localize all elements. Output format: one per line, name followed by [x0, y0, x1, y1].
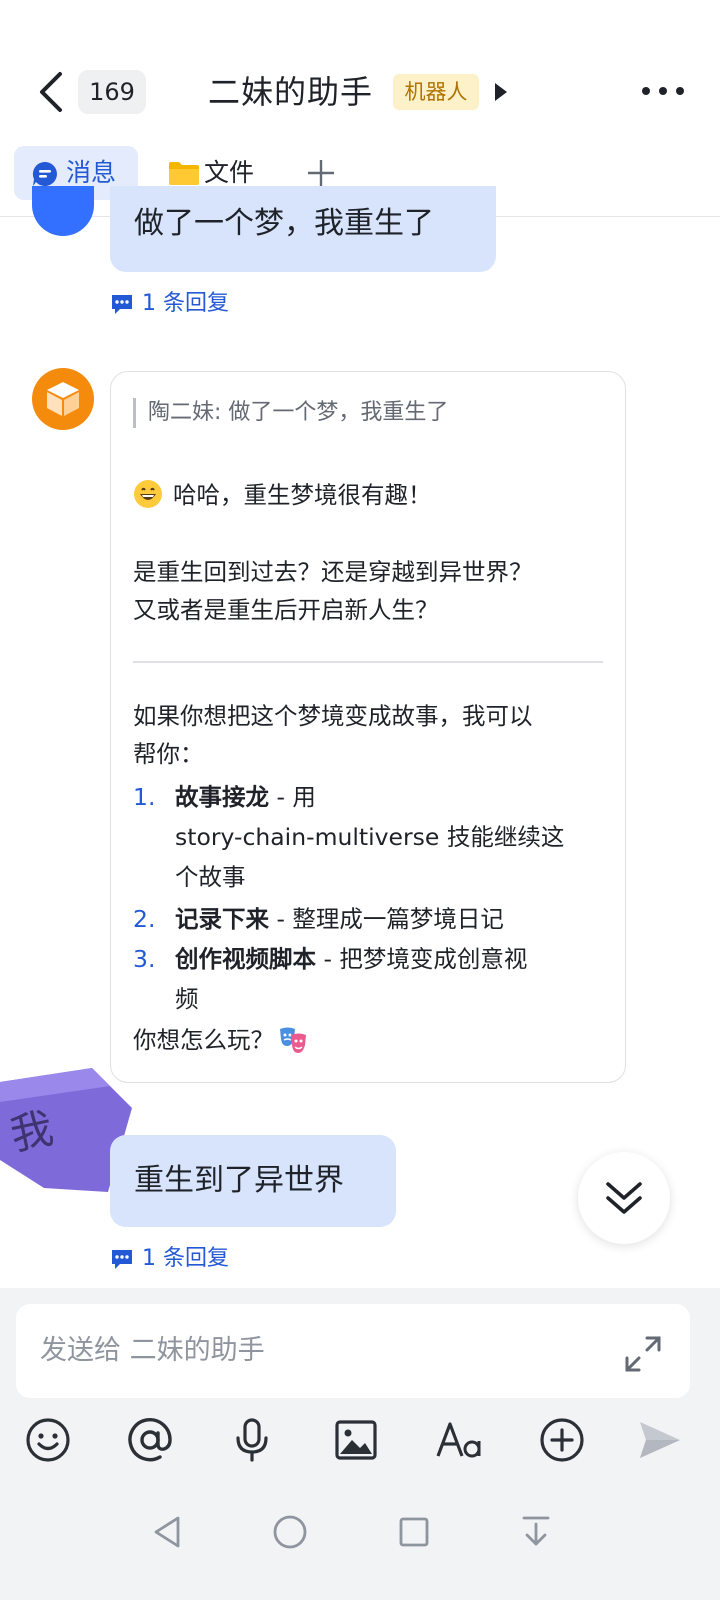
bot-closing-line: 你想怎么玩？	[133, 1021, 308, 1059]
option-title: 故事接龙	[175, 783, 269, 811]
user-message-text: 做了一个梦，我重生了	[134, 206, 434, 241]
nav-back-icon[interactable]	[148, 1512, 188, 1552]
thread-reply-icon	[112, 295, 132, 314]
chat-header: 169 二妹的助手 机器人 消息 文件	[0, 0, 720, 217]
user-message-bubble[interactable]: 重生到了异世界	[110, 1135, 396, 1227]
bot-closing-text: 你想怎么玩？	[133, 1026, 274, 1054]
bot-offer-line-2: 帮你：	[133, 740, 204, 768]
list-item-continuation: 频	[175, 985, 199, 1013]
message-input-placeholder: 发送给 二妹的助手	[40, 1335, 265, 1366]
bot-question-line-1: 是重生回到过去？还是穿越到异世界？	[133, 558, 533, 586]
nav-home-icon[interactable]	[270, 1512, 310, 1552]
list-item-continuation: 个故事	[175, 863, 246, 891]
caret-right-icon[interactable]	[493, 81, 509, 103]
bot-reply-card[interactable]: 陶二妹: 做了一个梦，我重生了 哈哈，重生梦境很有趣！ 是重生回到过去？还是穿越…	[110, 371, 626, 1083]
option-desc: - 用	[269, 783, 316, 811]
bot-tag: 机器人	[393, 74, 479, 110]
bot-greeting-line: 哈哈，重生梦境很有趣！	[133, 476, 432, 514]
user-message-text: 重生到了异世界	[134, 1163, 344, 1198]
list-item-video-script: 创作视频脚本 - 把梦境变成创意视	[175, 939, 527, 979]
send-icon[interactable]	[636, 1416, 684, 1464]
option-desc: - 把梦境变成创意视	[316, 945, 528, 973]
bot-avatar[interactable]	[32, 368, 94, 430]
box-icon	[47, 382, 79, 416]
folder-icon	[169, 162, 199, 185]
theater-masks-icon	[280, 1027, 306, 1053]
message-icon	[32, 161, 57, 186]
thread-reply-icon	[112, 1250, 132, 1269]
option-title: 创作视频脚本	[175, 945, 316, 973]
list-item-record: 记录下来 - 整理成一篇梦境日记	[175, 899, 504, 939]
list-number: 3.	[133, 945, 156, 973]
emoji-icon[interactable]	[24, 1416, 72, 1464]
more-options-icon[interactable]	[640, 84, 686, 98]
text-format-icon[interactable]	[436, 1416, 484, 1464]
user-avatar[interactable]	[32, 186, 94, 236]
message-composer: 发送给 二妹的助手	[0, 1288, 720, 1600]
list-number: 1.	[133, 783, 156, 811]
scroll-to-bottom-button[interactable]	[578, 1152, 670, 1244]
microphone-icon[interactable]	[228, 1416, 276, 1464]
expand-icon[interactable]	[623, 1334, 663, 1374]
bot-greeting-text: 哈哈，重生梦境很有趣！	[173, 481, 432, 509]
nav-hide-keyboard-icon[interactable]	[516, 1512, 556, 1552]
grinning-face-icon	[134, 480, 162, 508]
message-input[interactable]: 发送给 二妹的助手	[16, 1304, 690, 1398]
quoted-message[interactable]: 陶二妹: 做了一个梦，我重生了	[133, 398, 448, 428]
back-arrow-icon[interactable]	[34, 70, 70, 114]
nav-recents-icon[interactable]	[394, 1512, 434, 1552]
reply-count-text: 1 条回复	[142, 1246, 229, 1271]
double-chevron-down-icon	[606, 1182, 642, 1214]
option-title: 记录下来	[175, 905, 269, 933]
add-circle-icon[interactable]	[538, 1416, 586, 1464]
reply-thread-link[interactable]: 1 条回复	[110, 287, 270, 321]
bot-offer-line-1: 如果你想把这个梦境变成故事，我可以	[133, 702, 533, 730]
user-message-bubble[interactable]: 做了一个梦，我重生了	[110, 186, 496, 272]
list-number: 2.	[133, 905, 156, 933]
image-icon[interactable]	[332, 1416, 380, 1464]
chat-title[interactable]: 二妹的助手	[208, 68, 373, 116]
list-item-story-chain: 故事接龙 - 用	[175, 777, 316, 817]
reply-thread-link[interactable]: 1 条回复	[110, 1242, 270, 1276]
reply-count-text: 1 条回复	[142, 291, 229, 316]
list-item-continuation: story-chain-multiverse 技能继续这	[175, 823, 565, 851]
option-desc: - 整理成一篇梦境日记	[269, 905, 504, 933]
bot-question-line-2: 又或者是重生后开启新人生？	[133, 596, 439, 624]
mention-icon[interactable]	[126, 1416, 174, 1464]
card-divider	[133, 661, 603, 663]
add-tab-icon[interactable]	[306, 158, 336, 188]
unread-count-badge[interactable]: 169	[78, 70, 146, 114]
